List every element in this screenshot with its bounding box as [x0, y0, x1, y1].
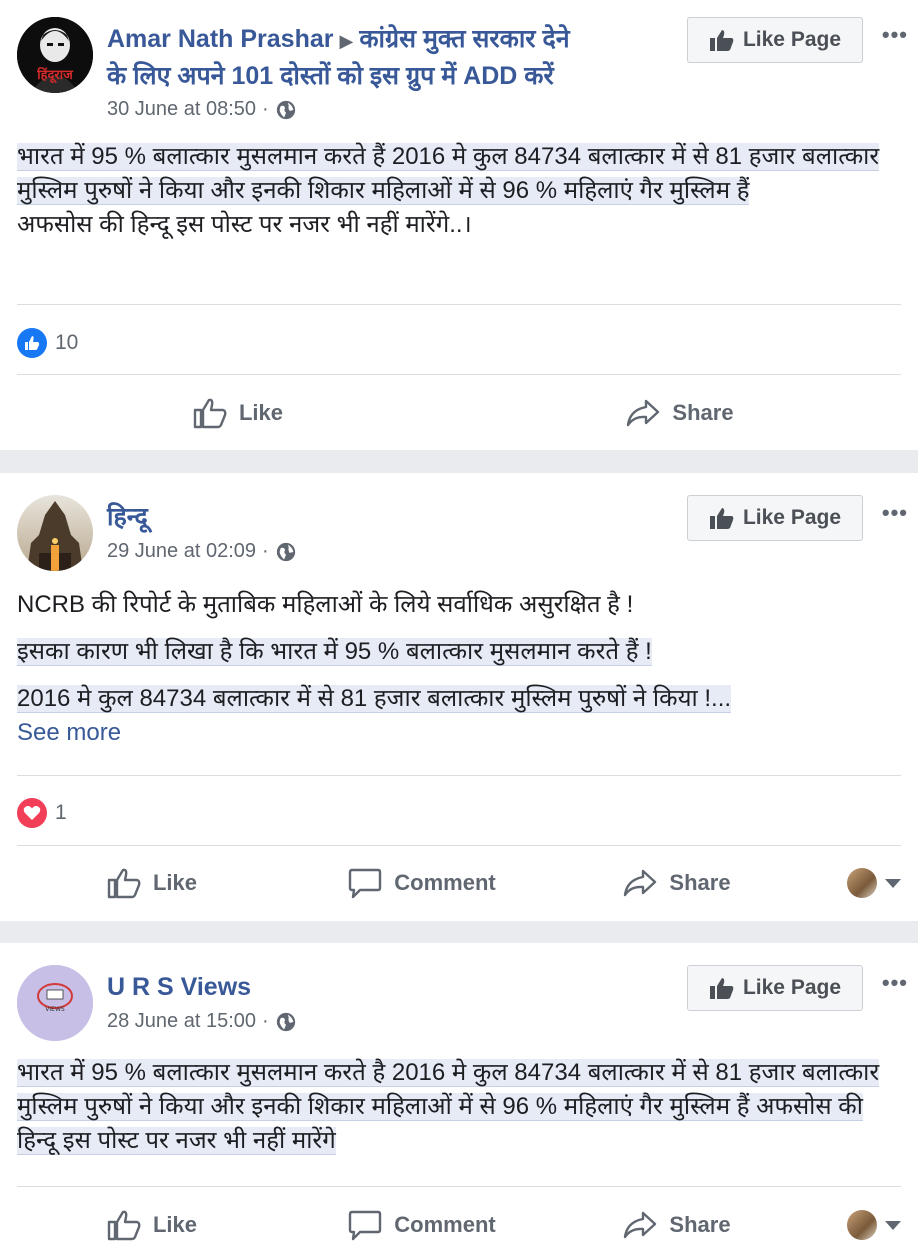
reactions-summary[interactable]: 1	[17, 798, 67, 828]
post-meta: 28 June at 15:00 ·	[107, 1010, 297, 1033]
reaction-count: 1	[55, 801, 67, 824]
like-page-label: Like Page	[742, 506, 842, 529]
post-meta: 30 June at 08:50 ·	[107, 98, 297, 121]
divider	[17, 1186, 901, 1187]
post-2: हिन्दू 29 June at 02:09 · Like Page ••• …	[0, 473, 918, 921]
timestamp[interactable]: 29 June at 02:09	[107, 540, 256, 563]
like-page-label: Like Page	[742, 28, 842, 51]
share-label: Share	[669, 870, 731, 895]
globe-icon	[276, 100, 295, 119]
like-button[interactable]: Like	[17, 867, 287, 899]
comment-label: Comment	[394, 870, 496, 895]
divider	[17, 374, 901, 375]
post-paragraph: NCRB की रिपोर्ट के मुताबिक महिलाओं के लि…	[17, 591, 634, 618]
post-paragraph: 2016 मे कुल 84734 बलात्कार में से 81 हजा…	[17, 685, 732, 713]
author-name[interactable]: Amar Nath Prashar	[107, 25, 333, 53]
author-name[interactable]: हिन्दू	[107, 500, 148, 535]
see-more-link[interactable]: See more	[17, 719, 121, 746]
more-options-icon[interactable]: •••	[882, 970, 908, 996]
arrow-right-icon: ▶	[339, 31, 354, 51]
author-avatar[interactable]: हिंदूराज	[17, 17, 93, 93]
timestamp[interactable]: 28 June at 15:00	[107, 1010, 256, 1033]
author-avatar[interactable]	[17, 495, 93, 571]
post-1: हिंदूराज Amar Nath Prashar ▶ कांग्रेस मुक्…	[0, 0, 918, 450]
share-label: Share	[669, 1212, 731, 1237]
like-page-button[interactable]: Like Page	[687, 17, 863, 63]
reaction-count: 10	[55, 331, 79, 354]
comment-button[interactable]: Comment	[287, 867, 557, 899]
love-reaction-icon	[17, 798, 47, 828]
feed-separator	[0, 921, 918, 943]
avatar-image	[17, 495, 93, 571]
more-options-icon[interactable]: •••	[882, 500, 908, 526]
like-label: Like	[152, 1212, 198, 1237]
post-paragraph: भारत में 95 % बलात्कार मुसलमान करते है 2…	[17, 1059, 880, 1155]
avatar-image: हिंदूराज	[17, 17, 93, 93]
post-as-selector[interactable]	[797, 1210, 901, 1240]
group-name[interactable]: कांग्रेस मुक्त सरकार देने	[359, 25, 569, 53]
comment-icon	[349, 868, 382, 899]
post-as-selector[interactable]	[797, 868, 901, 898]
post-paragraph: इसका कारण भी लिखा है कि भारत में 95 % बल…	[17, 638, 652, 666]
post-body: भारत में 95 % बलात्कार मुसलमान करते हैं …	[17, 140, 901, 242]
share-label: Share	[672, 400, 734, 425]
timestamp[interactable]: 30 June at 08:50	[107, 98, 256, 121]
like-button[interactable]: Like	[17, 397, 459, 429]
like-reaction-icon	[17, 328, 47, 358]
author-line: Amar Nath Prashar ▶ कांग्रेस मुक्त सरकार द…	[107, 22, 667, 94]
post-actions: Like Comment Share	[17, 1195, 901, 1255]
like-label: Like	[152, 870, 198, 895]
like-page-label: Like Page	[742, 976, 842, 999]
group-name-cont[interactable]: के लिए अपने 101 दोस्तों को इस ग्रुप में …	[107, 62, 554, 90]
post-actions: Like Comment Share	[17, 853, 901, 913]
post-paragraph: भारत में 95 % बलात्कार मुसलमान करते हैं …	[17, 143, 880, 205]
share-icon	[627, 399, 660, 427]
thumbs-up-outline-icon	[107, 1210, 141, 1241]
post-body: NCRB की रिपोर्ट के मुताबिक महिलाओं के लि…	[17, 588, 901, 750]
viewer-avatar	[847, 1210, 877, 1240]
post-actions: Like Share	[17, 383, 901, 443]
thumbs-up-icon	[709, 508, 734, 529]
thumbs-up-icon	[709, 30, 734, 51]
divider	[17, 775, 901, 776]
post-meta: 29 June at 02:09 ·	[107, 540, 297, 563]
post-3: VIEWS U R S Views 28 June at 15:00 · Lik…	[0, 943, 918, 1258]
thumbs-up-icon	[709, 978, 734, 999]
caret-down-icon	[885, 1220, 901, 1230]
share-button[interactable]: Share	[557, 1210, 797, 1240]
viewer-avatar	[847, 868, 877, 898]
divider	[17, 845, 901, 846]
comment-label: Comment	[394, 1212, 496, 1237]
feed-separator	[0, 450, 918, 473]
globe-icon	[276, 1012, 295, 1031]
comment-button[interactable]: Comment	[287, 1209, 557, 1241]
like-label: Like	[238, 400, 284, 425]
post-body: भारत में 95 % बलात्कार मुसलमान करते है 2…	[17, 1056, 901, 1158]
comment-icon	[349, 1210, 382, 1241]
like-page-button[interactable]: Like Page	[687, 965, 863, 1011]
thumbs-up-outline-icon	[193, 398, 227, 429]
share-button[interactable]: Share	[459, 398, 901, 428]
share-icon	[624, 869, 657, 897]
avatar-image: VIEWS	[17, 965, 93, 1041]
reactions-summary[interactable]: 10	[17, 328, 78, 358]
post-paragraph: अफसोस की हिन्दू इस पोस्ट पर नजर भी नहीं …	[17, 211, 472, 238]
more-options-icon[interactable]: •••	[882, 22, 908, 48]
caret-down-icon	[885, 878, 901, 888]
author-avatar[interactable]: VIEWS	[17, 965, 93, 1041]
share-button[interactable]: Share	[557, 868, 797, 898]
svg-text:हिंदूराज: हिंदूराज	[36, 66, 74, 84]
svg-text:VIEWS: VIEWS	[45, 1006, 65, 1013]
share-icon	[624, 1211, 657, 1239]
author-name[interactable]: U R S Views	[107, 970, 251, 1005]
like-page-button[interactable]: Like Page	[687, 495, 863, 541]
thumbs-up-outline-icon	[107, 868, 141, 899]
like-button[interactable]: Like	[17, 1209, 287, 1241]
divider	[17, 304, 901, 305]
globe-icon	[276, 542, 295, 561]
